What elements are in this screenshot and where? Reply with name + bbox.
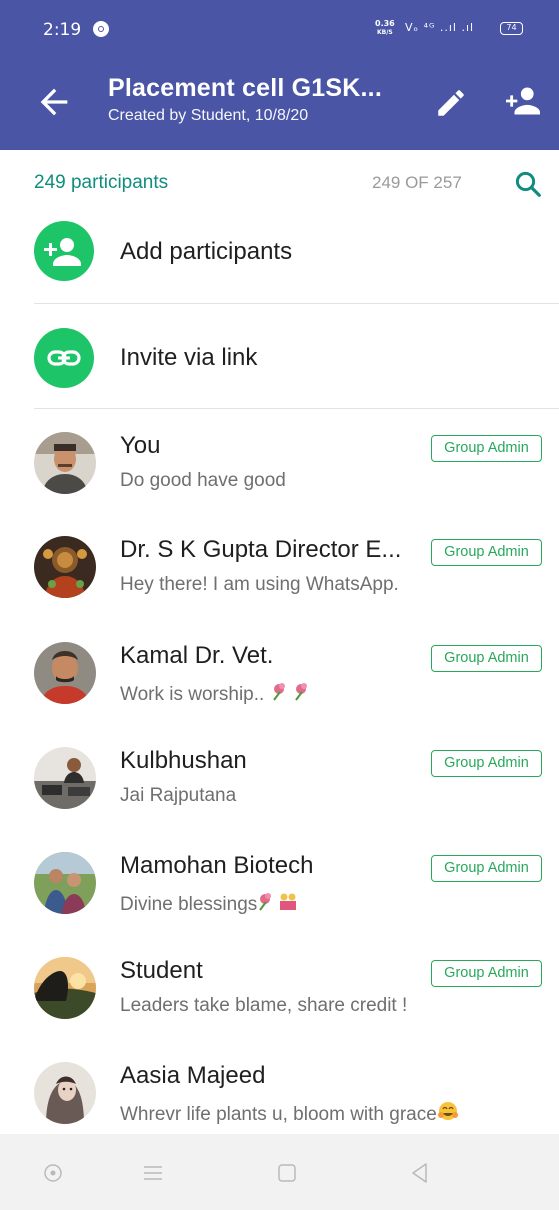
participant-row[interactable]: Kulbhushan Jai Rajputana Group Admin [0,747,559,852]
participant-name: Kulbhushan [120,747,247,774]
add-person-icon[interactable] [503,84,543,118]
flower-people-emoji-icon [257,890,301,918]
participant-count: 249 participants [34,172,169,193]
avatar [34,432,96,494]
group-admin-badge: Group Admin [431,960,542,987]
avatar [34,957,96,1019]
flower-emoji-icon [270,680,314,708]
add-participants-row[interactable]: Add participants [0,200,559,304]
edit-pencil-icon[interactable] [434,86,468,120]
menu-nav-icon[interactable] [138,1158,168,1188]
participant-status: Whrevr life plants u, bloom with grace [120,1100,459,1128]
participant-of-count: 249 OF 257 [372,173,462,192]
app-bar: Placement cell G1SK... Created by Studen… [0,54,559,150]
group-admin-badge: Group Admin [431,855,542,882]
group-admin-badge: Group Admin [431,750,542,777]
participant-name: Kamal Dr. Vet. [120,642,274,669]
status-time: 2:19 [43,20,82,40]
avatar [34,747,96,809]
network-speed: 0.36 KB/S [375,19,395,37]
group-title: Placement cell G1SK... [108,74,382,102]
group-admin-badge: Group Admin [431,435,542,462]
participant-name: You [120,432,161,459]
add-participants-icon [34,221,94,281]
participant-row[interactable]: Dr. S K Gupta Director E... Hey there! I… [0,536,559,641]
home-square-icon[interactable] [272,1158,302,1188]
participant-row[interactable]: Mamohan Biotech Divine blessings Group A… [0,852,559,957]
participant-status: Leaders take blame, share credit ! [120,995,408,1016]
divider [34,408,559,409]
participant-status: Do good have good [120,470,286,491]
avatar [34,642,96,704]
battery-icon: 74 [500,22,523,35]
participant-row[interactable]: You Do good have good Group Admin [0,432,559,537]
group-subtitle: Created by Student, 10/8/20 [108,107,309,124]
participant-name: Dr. S K Gupta Director E... [120,536,402,563]
participant-status: Jai Rajputana [120,785,237,806]
participant-row[interactable]: Student Leaders take blame, share credit… [0,957,559,1062]
participant-status: Work is worship.. [120,680,314,708]
status-bar: 2:19 0.36 KB/S Ⅴₒ ⁴ᴳ ..ıl .ıl 74 [0,0,559,54]
avatar [34,852,96,914]
participant-row[interactable]: Kamal Dr. Vet. Work is worship.. Group A… [0,642,559,747]
avatar [34,1062,96,1124]
network-signal-icons: Ⅴₒ ⁴ᴳ ..ıl .ıl [405,21,475,34]
group-title-block[interactable]: Placement cell G1SK... Created by Studen… [108,74,408,125]
back-arrow-icon[interactable] [34,82,74,122]
participant-status: Hey there! I am using WhatsApp. [120,574,399,595]
group-admin-badge: Group Admin [431,645,542,672]
smiling-face-emoji-icon [437,1100,459,1128]
participant-name: Student [120,957,203,984]
participant-name: Mamohan Biotech [120,852,314,879]
avatar [34,536,96,598]
link-icon [34,328,94,388]
search-icon[interactable] [513,169,543,199]
participant-status: Divine blessings [120,890,301,918]
add-participants-label: Add participants [120,238,293,265]
participant-name: Aasia Majeed [120,1062,266,1089]
invite-link-row[interactable]: Invite via link [0,304,559,408]
circle-nav-icon[interactable] [38,1158,68,1188]
invite-link-label: Invite via link [120,344,258,371]
system-nav-bar [0,1134,559,1210]
group-admin-badge: Group Admin [431,539,542,566]
back-triangle-icon[interactable] [405,1158,435,1188]
notification-icon [93,21,109,37]
